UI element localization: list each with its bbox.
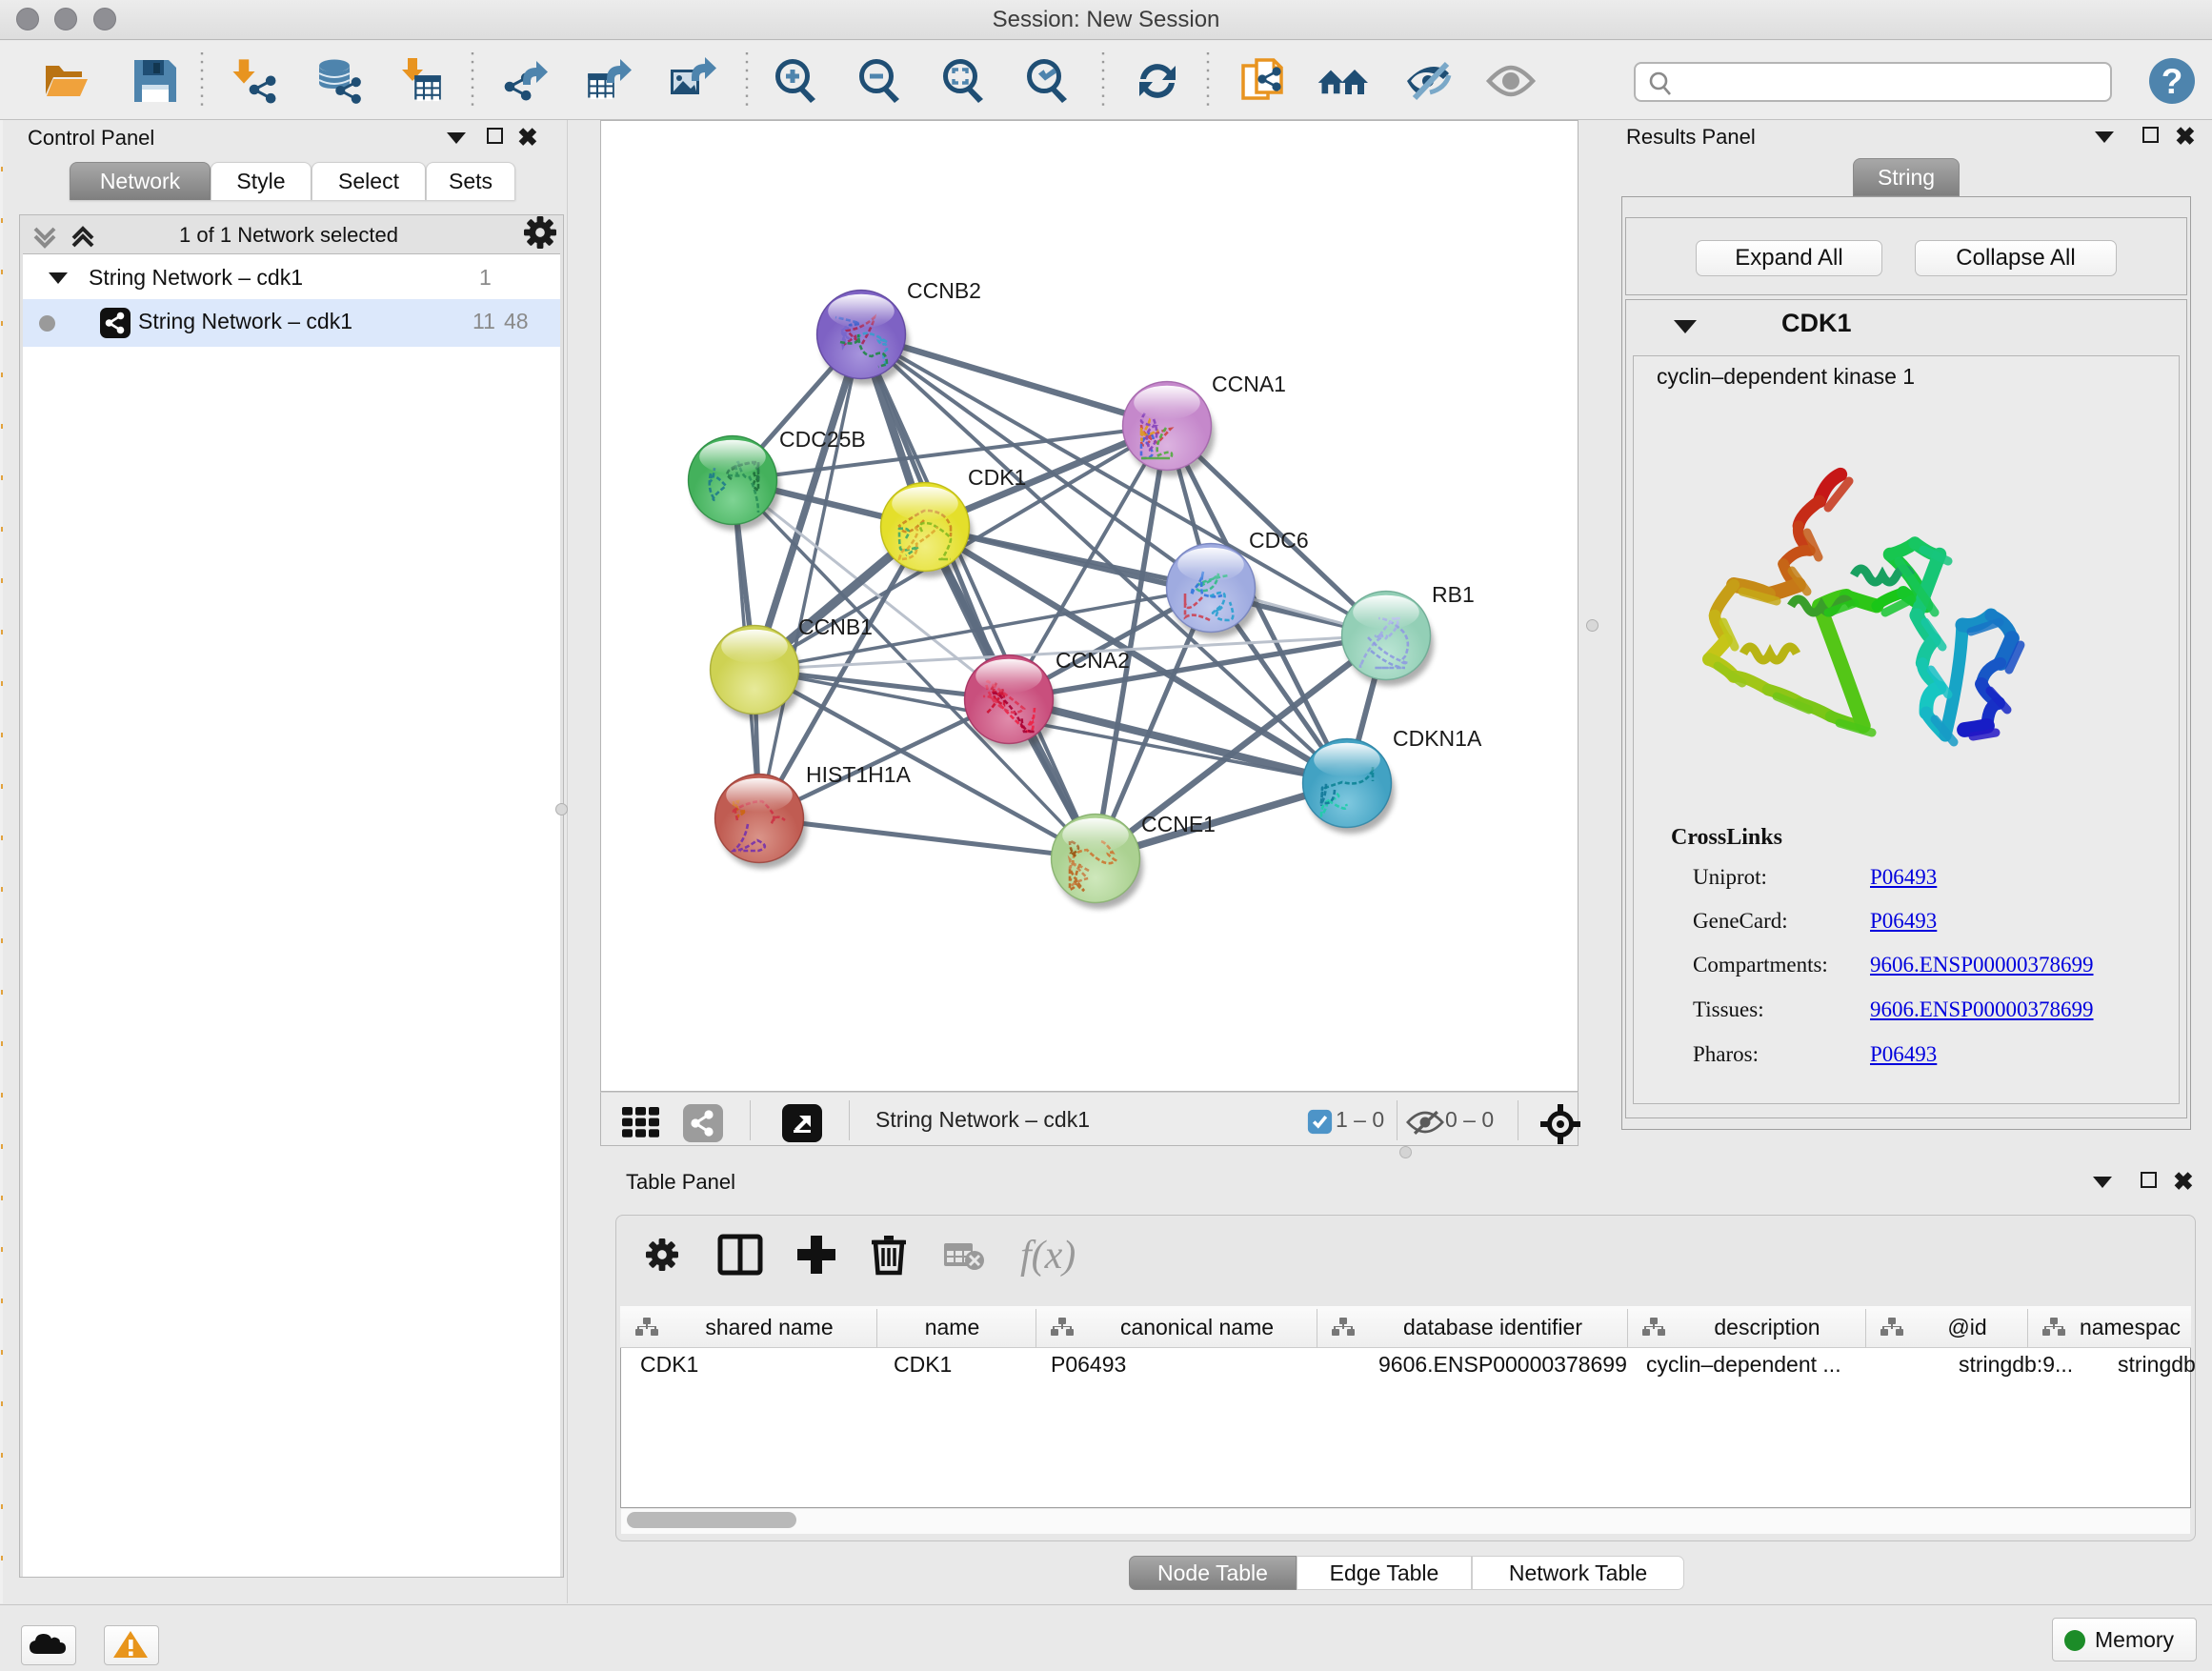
svg-text:f(x): f(x): [1020, 1234, 1076, 1277]
svg-text:CCNE1: CCNE1: [1141, 812, 1216, 836]
svg-text:HIST1H1A: HIST1H1A: [806, 762, 912, 787]
svg-text:?: ?: [2162, 62, 2183, 101]
svg-text:CDK1: CDK1: [968, 465, 1026, 490]
svg-text:CDC6: CDC6: [1249, 528, 1309, 553]
svg-text:CCNA1: CCNA1: [1212, 372, 1286, 396]
svg-text:CCNB1: CCNB1: [798, 614, 873, 639]
svg-text:RB1: RB1: [1432, 582, 1475, 607]
svg-text:CCNB2: CCNB2: [907, 278, 981, 303]
svg-text:CCNA2: CCNA2: [1056, 648, 1130, 673]
svg-text:CDC25B: CDC25B: [779, 427, 866, 452]
svg-text:CDKN1A: CDKN1A: [1393, 726, 1482, 751]
